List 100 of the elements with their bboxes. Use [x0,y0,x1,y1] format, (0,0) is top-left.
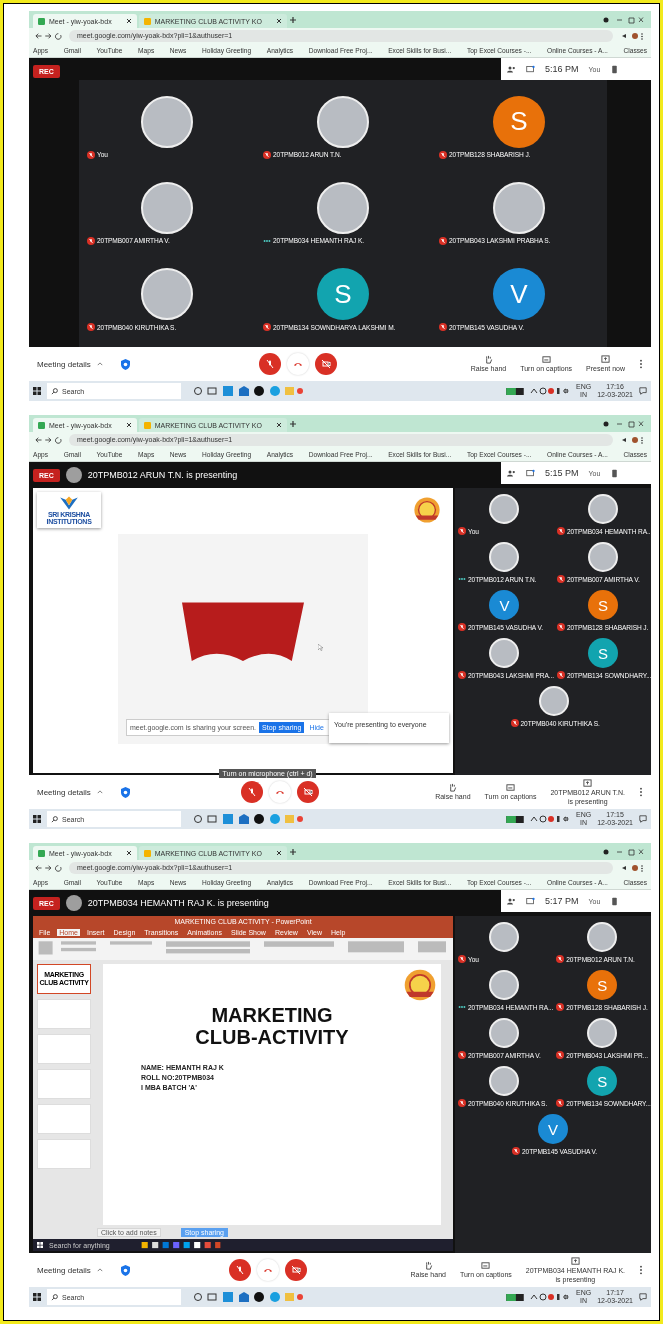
windows-logo-icon[interactable] [33,387,41,395]
photo-placeholder [493,182,545,234]
avatar-letter: S [587,1066,618,1096]
favicon-icon [143,421,151,429]
microphone-button[interactable] [229,1259,252,1281]
search-icon [51,1293,58,1301]
slide-thumbnail[interactable] [37,1104,91,1134]
meeting-details-button[interactable]: Meeting details [37,1265,91,1275]
self-view-icon [610,468,620,478]
windows-logo-icon[interactable] [37,1242,43,1248]
camera-button[interactable] [315,353,338,375]
battery-icon [506,815,524,823]
avatar-letter: S [587,970,618,1000]
close-icon[interactable] [125,18,132,24]
camera-off-icon [321,359,332,369]
photo-placeholder [489,922,520,952]
favicon-icon [143,849,151,857]
taskbar-apps-icon[interactable] [193,385,303,397]
camera-button[interactable] [285,1259,308,1281]
avatar-letter: V [489,590,520,620]
present-icon [583,778,593,788]
notifications-icon[interactable] [639,1293,647,1301]
shield-icon[interactable] [120,1264,130,1276]
self-view-icon [610,64,620,74]
close-icon[interactable] [125,850,132,856]
new-tab-icon[interactable] [288,15,297,24]
avatar-letter: S [588,590,619,620]
mic-off-icon [247,787,258,797]
people-icon[interactable] [507,468,516,478]
captions-icon [506,783,515,792]
meeting-time: 5:15 PM [545,468,579,478]
people-icon[interactable] [507,896,516,906]
close-icon[interactable] [275,18,282,24]
close-icon[interactable] [275,422,282,428]
navigation-icon[interactable] [35,863,63,872]
photo-placeholder [489,1066,520,1096]
favicon-icon [38,421,45,429]
present-icon [570,1256,580,1266]
windows-logo-icon[interactable] [33,1293,41,1301]
photo-placeholder [141,95,193,148]
photo-placeholder [141,182,193,234]
captions-icon [541,355,551,364]
chat-icon[interactable] [526,896,535,906]
taskbar-apps-icon[interactable] [193,813,303,825]
avatar-letter: V [493,268,545,321]
windows-logo-icon[interactable] [33,815,41,823]
presenter-avatar [65,895,82,911]
photo-placeholder [587,1018,618,1048]
presenter-caption: 20TPMB012 ARUN T.N. is presenting [87,470,238,480]
chevron-up-icon[interactable] [96,790,103,794]
more-options-icon[interactable] [639,1265,643,1275]
navigation-icon[interactable] [35,31,63,40]
window-controls-icon[interactable] [601,15,645,24]
chevron-up-icon[interactable] [96,1268,103,1272]
emblem-drawing [403,968,437,1002]
window-controls-icon[interactable] [601,419,645,428]
slide-thumbnail[interactable] [37,999,91,1029]
chat-icon[interactable] [526,468,535,478]
people-icon[interactable] [507,64,516,74]
self-view-icon [610,896,620,906]
slide-thumbnail[interactable] [37,1139,91,1169]
microphone-button[interactable] [241,781,264,803]
more-options-icon[interactable] [639,787,643,797]
shield-icon[interactable] [120,358,130,370]
notifications-icon[interactable] [639,387,647,395]
photo-placeholder [587,922,618,952]
camera-off-icon [303,787,314,797]
navigation-icon[interactable] [35,435,63,444]
captions-icon [481,1261,491,1270]
favicon-icon [143,17,151,25]
chat-icon[interactable] [526,64,535,74]
taskbar-apps-icon[interactable] [193,1291,303,1303]
favicon-icon [38,849,45,857]
photo-placeholder [317,95,369,148]
photo-placeholder [141,268,193,321]
microphone-button[interactable] [259,353,282,375]
new-tab-icon[interactable] [288,847,297,856]
notifications-icon[interactable] [639,815,647,823]
more-options-icon[interactable] [639,359,643,369]
avatar-letter: V [538,1114,568,1144]
camera-button[interactable] [297,781,320,803]
shield-icon[interactable] [120,786,130,798]
close-icon[interactable] [125,422,132,428]
favicon-icon [38,17,45,25]
presenter-avatar [65,467,82,483]
emblem-drawing [413,496,441,524]
close-icon[interactable] [275,850,282,856]
meeting-details-button[interactable]: Meeting details [37,359,91,369]
slide-thumbnail[interactable] [37,1034,91,1064]
slide-thumbnail[interactable] [37,1069,91,1099]
window-controls-icon[interactable] [601,847,645,856]
meeting-time: 5:16 PM [545,64,579,74]
photo-placeholder [489,494,520,524]
presenter-caption: 20TPMB034 HEMANTH RAJ K. is presenting [87,898,269,908]
system-tray-icon [530,1293,570,1301]
avatar-letter: S [588,638,619,668]
new-tab-icon[interactable] [288,419,297,428]
meeting-details-button[interactable]: Meeting details [37,787,91,797]
slide-title: MARKETING [211,1004,333,1026]
chevron-up-icon[interactable] [96,362,103,366]
